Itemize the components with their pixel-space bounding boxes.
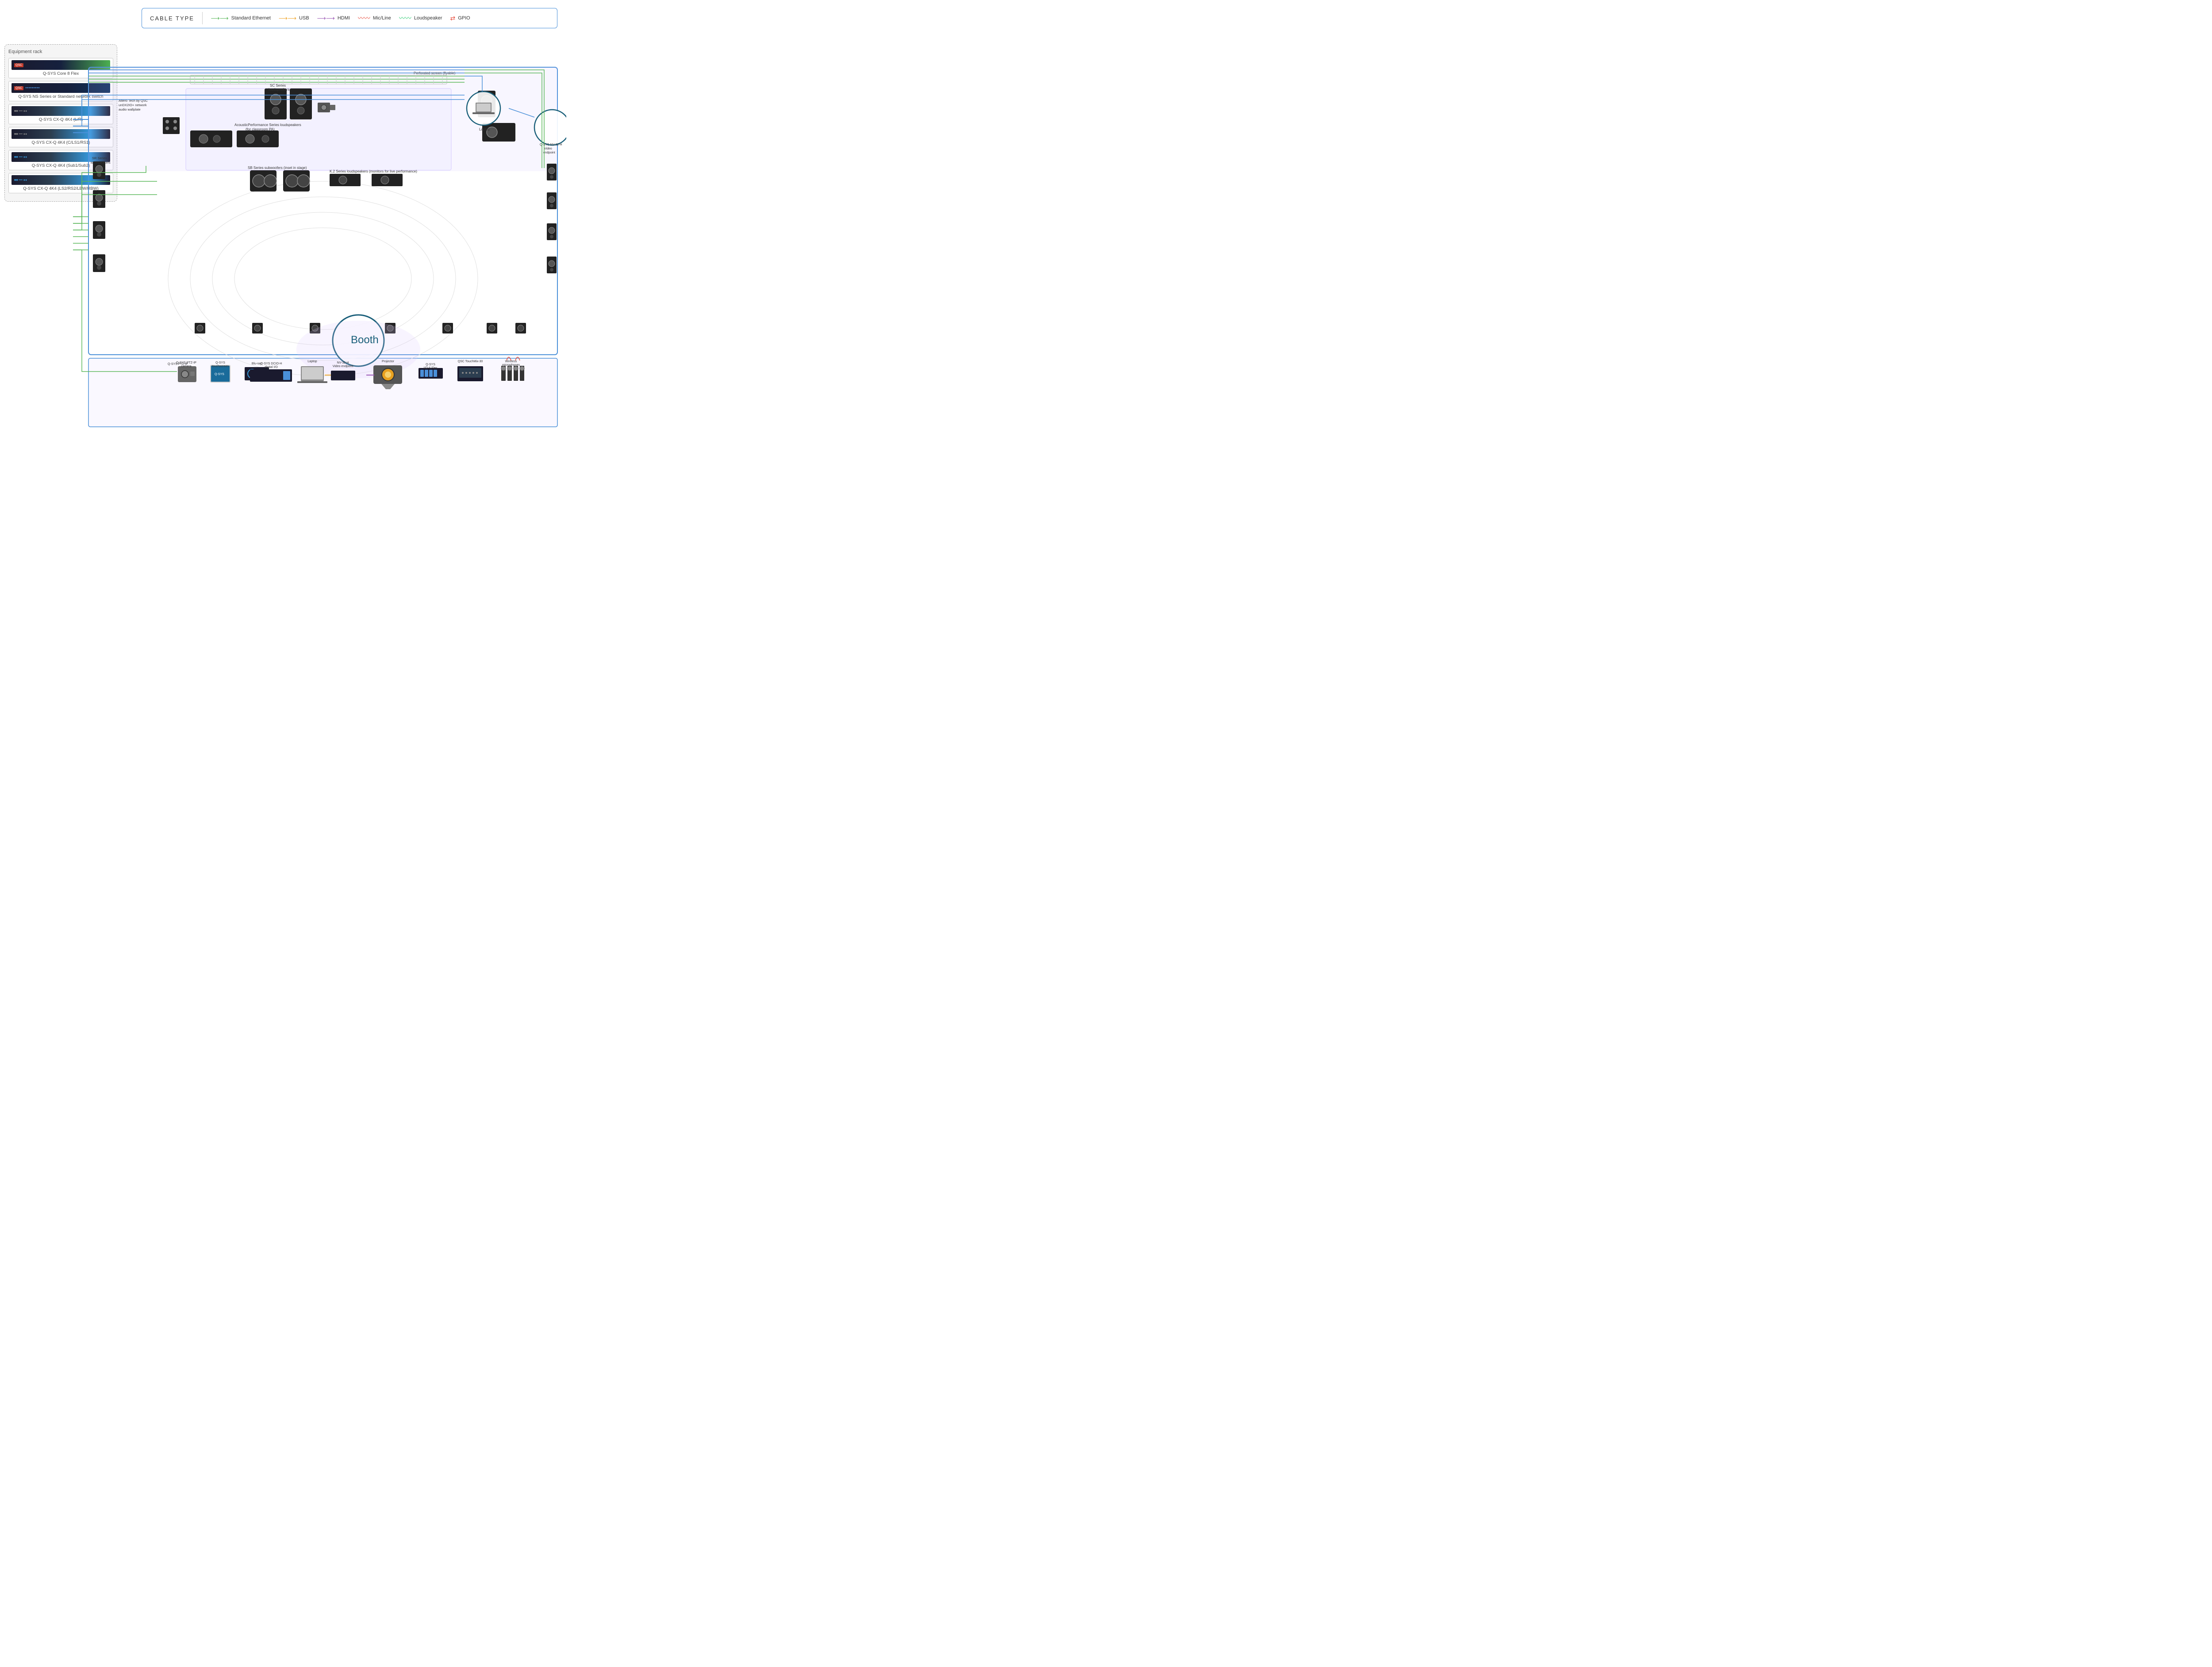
amp3-label: Q-SYS CX-Q 4K4 (Sub1/Sub2) (12, 163, 110, 168)
svg-text:Laptop: Laptop (307, 360, 317, 363)
svg-text:Video: Video (544, 147, 552, 150)
svg-text:AcousticPerformance Series lou: AcousticPerformance Series loudspeakers (234, 123, 301, 127)
amp2-label: Q-SYS CX-Q 4K4 (C/LS1/RS1) (12, 140, 110, 145)
rack-item-core: QSC Q-SYS Core 8 Flex (8, 58, 113, 78)
svg-text:Blu-ray: Blu-ray (252, 362, 262, 365)
svg-text:SC Series: SC Series (270, 84, 286, 88)
micline-label: Mic/Line (373, 15, 391, 21)
hdmi-icon: ⟶⟶ (317, 15, 335, 22)
qsc-logo: QSC (14, 63, 23, 67)
amp2-body: ■■ ━━ ●● (12, 129, 110, 139)
svg-text:camera: camera (181, 365, 191, 368)
amp3-body: ■■ ━━ ●● (12, 152, 110, 162)
svg-text:SB Series subwoofers (inset in: SB Series subwoofers (inset in stage) (248, 166, 307, 170)
loudspeaker-icon: 〰〰 (399, 14, 411, 23)
rack-label: Equipment rack (8, 49, 113, 54)
rack-item-amp4: ■■ ━━ ●● Q-SYS CX-Q 4K4 (LS2/RS2/LBW/RBW… (8, 173, 113, 193)
svg-text:Q-SYS: Q-SYS (215, 361, 225, 364)
svg-text:NV-32-H: NV-32-H (337, 361, 349, 364)
svg-text:Q-SYS PTZ-IP: Q-SYS PTZ-IP (168, 363, 188, 366)
gpio-icon: ⇄ (450, 15, 456, 22)
qsc-logo-2: QSC (14, 86, 23, 90)
hdmi-label: HDMI (338, 15, 350, 21)
micline-icon: 〰〰 (358, 14, 370, 23)
ethernet-label: Standard Ethernet (231, 15, 271, 21)
svg-text:Q-SYS: Q-SYS (215, 373, 224, 376)
svg-text:Q-SYS DCIO-H: Q-SYS DCIO-H (261, 362, 282, 365)
core-label: Q-SYS Core 8 Flex (12, 71, 110, 76)
svg-text:endpoint: endpoint (543, 151, 555, 154)
usb-icon: ⟶⟶ (279, 15, 296, 22)
svg-text:Video endpoint: Video endpoint (333, 365, 353, 368)
svg-text:Q-SYS NV-32-H: Q-SYS NV-32-H (540, 143, 562, 146)
ethernet-icon: ⟶⟶ (211, 15, 228, 22)
legend-gpio: ⇄ GPIO (450, 15, 470, 22)
legend-loudspeaker: 〰〰 Loudspeaker (399, 14, 442, 23)
svg-text:digital I/O: digital I/O (265, 366, 278, 369)
amp1-body: ■■ ━━ ●● (12, 106, 110, 116)
svg-text:unDX2IO+ network: unDX2IO+ network (119, 103, 147, 107)
switch-label: Q-SYS NS Series or Standard network swit… (12, 94, 110, 99)
legend-divider (202, 12, 203, 24)
svg-text:microphones: microphones (502, 364, 520, 367)
switch-body: QSC ●●●●●●●●● (12, 83, 110, 93)
svg-text:Laptop: Laptop (479, 127, 490, 131)
legend-usb: ⟶⟶ USB (279, 15, 309, 22)
legend-ethernet: ⟶⟶ Standard Ethernet (211, 15, 270, 22)
svg-text:Q-SYS PTZ-IP: Q-SYS PTZ-IP (176, 361, 196, 364)
svg-text:Wireless: Wireless (505, 360, 517, 363)
svg-text:QSC TouchMix-30: QSC TouchMix-30 (458, 360, 483, 363)
amp4-body: ■■ ━━ ●● (12, 175, 110, 185)
screen-label: Perforated screen (flyable) (414, 71, 456, 75)
legend-hdmi: ⟶⟶ HDMI (317, 15, 350, 22)
rack-item-amp3: ■■ ━━ ●● Q-SYS CX-Q 4K4 (Sub1/Sub2) (8, 150, 113, 170)
rack-item-amp2: ■■ ━━ ●● Q-SYS CX-Q 4K4 (C/LS1/RS1) (8, 127, 113, 147)
legend-title: CABLE TYPE (150, 15, 194, 22)
legend-micline: 〰〰 Mic/Line (358, 14, 391, 23)
svg-text:audio wallplate: audio wallplate (119, 107, 141, 111)
gpio-label: GPIO (458, 15, 470, 21)
equipment-rack: Equipment rack QSC Q-SYS Core 8 Flex QSC… (4, 44, 117, 202)
usb-label: USB (299, 15, 309, 21)
rack-item-amp1: ■■ ━━ ●● Q-SYS CX-Q 4K4 (L/R) (8, 104, 113, 124)
loudspeaker-label: Loudspeaker (414, 15, 442, 21)
svg-text:Attero Tech by QSC: Attero Tech by QSC (119, 99, 148, 103)
svg-text:loudspeakers: loudspeakers (269, 88, 290, 92)
booth-label: Booth (351, 334, 379, 346)
amp1-label: Q-SYS CX-Q 4K4 (L/R) (12, 117, 110, 122)
svg-text:K.2 Series loudspeakers (monit: K.2 Series loudspeakers (monitors for li… (330, 169, 417, 173)
cable-type-legend: CABLE TYPE ⟶⟶ Standard Ethernet ⟶⟶ USB ⟶… (142, 8, 557, 28)
amp4-label: Q-SYS CX-Q 4K4 (LS2/RS2/LBW/RBW) (12, 186, 110, 191)
svg-text:Projector: Projector (382, 360, 395, 363)
svg-text:I/O-8 Flex: I/O-8 Flex (424, 367, 438, 370)
svg-text:(for classroom PA): (for classroom PA) (246, 127, 275, 131)
core-body: QSC (12, 60, 110, 70)
legend-items: ⟶⟶ Standard Ethernet ⟶⟶ USB ⟶⟶ HDMI 〰〰 M… (211, 14, 470, 23)
rack-item-switch: QSC ●●●●●●●●● Q-SYS NS Series or Standar… (8, 81, 113, 101)
svg-text:Q-SYS: Q-SYS (426, 363, 435, 366)
svg-text:touchscreen: touchscreen (212, 365, 229, 368)
